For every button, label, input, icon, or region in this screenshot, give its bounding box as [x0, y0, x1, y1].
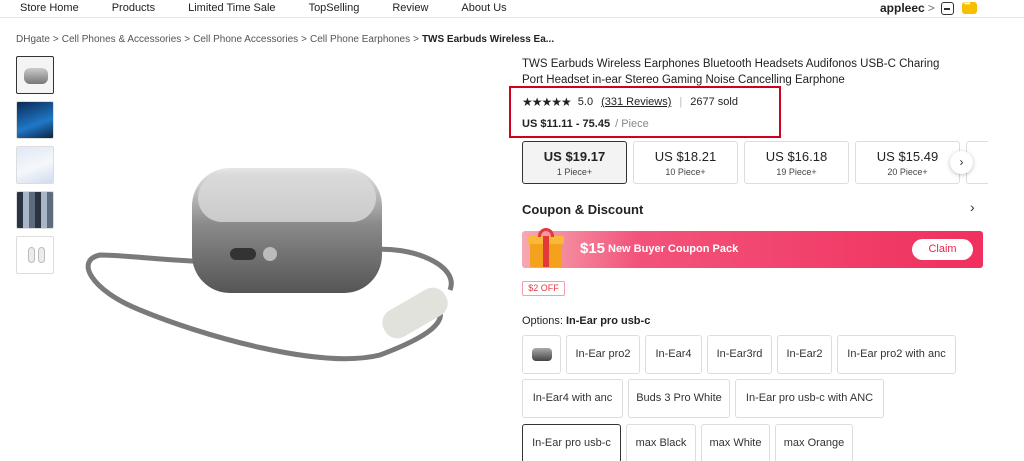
- option-button[interactable]: In-Ear2: [777, 335, 832, 374]
- option-button-selected[interactable]: In-Ear pro usb-c: [522, 424, 621, 461]
- divider: |: [679, 96, 683, 108]
- star-icons: ★★★★★: [522, 95, 572, 109]
- nav-link-products[interactable]: Products: [112, 2, 155, 14]
- top-nav: Store Home Products Limited Time Sale To…: [0, 0, 1024, 18]
- earbud-case-icon: [532, 348, 552, 361]
- option-button[interactable]: In-Ear pro2 with anc: [837, 335, 956, 374]
- breadcrumb-current: TWS Earbuds Wireless Ea...: [421, 34, 555, 45]
- breadcrumb-item[interactable]: Cell Phones & Accessories: [62, 34, 182, 45]
- price-range: US $11.11 - 75.45: [522, 118, 611, 130]
- username: appleec: [880, 1, 925, 15]
- earbud-thumbnail-image: [28, 247, 35, 263]
- tier-price: US $19.17: [543, 149, 606, 164]
- discount-badge: $2 OFF: [522, 281, 565, 296]
- thumbnail-4[interactable]: [16, 191, 54, 229]
- price-range-row: US $11.11 - 75.45 / Piece: [522, 118, 649, 130]
- nav-link-store-home[interactable]: Store Home: [20, 2, 79, 14]
- tier-price: US $16.18: [765, 149, 828, 164]
- breadcrumb-separator: >: [413, 34, 419, 45]
- option-button[interactable]: In-Ear pro usb-c with ANC: [735, 379, 884, 418]
- coupon-heading: Coupon & Discount: [522, 202, 644, 217]
- breadcrumb-separator: >: [184, 34, 191, 45]
- selected-option: In-Ear pro usb-c: [565, 315, 651, 327]
- option-button[interactable]: max Black: [626, 424, 696, 461]
- tier-quantity: 1 Piece+: [556, 167, 593, 177]
- store-nav-links: Store Home Products Limited Time Sale To…: [20, 2, 540, 14]
- chat-icon[interactable]: [962, 0, 977, 14]
- chevron-right-icon[interactable]: ›: [950, 151, 973, 174]
- nav-link-about-us[interactable]: About Us: [461, 2, 506, 14]
- price-unit: / Piece: [615, 118, 649, 130]
- options-label: Options: In-Ear pro usb-c: [522, 315, 650, 327]
- tier-quantity: 19 Piece+: [776, 167, 817, 177]
- price-tier[interactable]: US $18.21 10 Piece+: [633, 141, 738, 184]
- price-tier[interactable]: US $19.17 1 Piece+: [522, 141, 627, 184]
- price-tiers: US $19.17 1 Piece+ US $18.21 10 Piece+ US …: [522, 141, 988, 184]
- breadcrumb-separator: >: [301, 34, 308, 45]
- options-label-text: Options:: [522, 315, 563, 327]
- option-button[interactable]: In-Ear4: [645, 335, 702, 374]
- price-tier[interactable]: US $16.18 19 Piece+: [744, 141, 849, 184]
- earbud-thumbnail-image: [38, 247, 45, 263]
- thumbnail-gallery: [16, 56, 54, 281]
- breadcrumb-item[interactable]: DHgate: [16, 34, 50, 45]
- option-button[interactable]: Buds 3 Pro White: [628, 379, 730, 418]
- tier-quantity: 10 Piece+: [665, 167, 706, 177]
- store-icon[interactable]: [941, 2, 954, 15]
- option-image[interactable]: [522, 335, 561, 374]
- user-menu[interactable]: appleec >: [880, 1, 935, 15]
- option-button[interactable]: In-Ear4 with anc: [522, 379, 623, 418]
- price-tier[interactable]: US $15.49 20 Piece+: [855, 141, 960, 184]
- earbud-case-thumbnail-image: [24, 68, 48, 84]
- coupon-banner[interactable]: $15 New Buyer Coupon Pack Claim: [522, 228, 983, 268]
- nav-link-topselling[interactable]: TopSelling: [309, 2, 360, 14]
- option-button[interactable]: max Orange: [775, 424, 853, 461]
- nav-link-limited-time-sale[interactable]: Limited Time Sale: [188, 2, 275, 14]
- highlight-box: [509, 86, 781, 138]
- coupon-text: New Buyer Coupon Pack: [608, 243, 739, 255]
- breadcrumb: DHgate > Cell Phones & Accessories > Cell Ph…: [16, 34, 554, 45]
- breadcrumb-item[interactable]: Cell Phone Earphones: [310, 34, 410, 45]
- chevron-right-icon[interactable]: ›: [970, 199, 975, 215]
- rating-stars: ★★★★★: [522, 95, 572, 109]
- rating-score: 5.0: [577, 96, 594, 108]
- tier-price: US $18.21: [654, 149, 717, 164]
- coupon-amount: $15: [580, 240, 606, 257]
- option-button[interactable]: In-Ear pro2: [566, 335, 640, 374]
- reviews-link[interactable]: (331 Reviews): [601, 96, 671, 108]
- thumbnail-5[interactable]: [16, 236, 54, 274]
- chevron-right-icon: >: [927, 1, 935, 15]
- thumbnail-2[interactable]: [16, 101, 54, 139]
- tier-quantity: 20 Piece+: [887, 167, 928, 177]
- nav-link-review[interactable]: Review: [392, 2, 428, 14]
- claim-button[interactable]: Claim: [912, 239, 973, 260]
- rating-row: ★★★★★ 5.0 (331 Reviews) | 2677 sold: [522, 95, 738, 109]
- gift-icon: [528, 227, 564, 269]
- option-button[interactable]: max White: [701, 424, 770, 461]
- product-title: TWS Earbuds Wireless Earphones Bluetooth…: [522, 58, 940, 86]
- sold-count: 2677 sold: [690, 96, 738, 108]
- thumbnail-1[interactable]: [16, 56, 54, 94]
- main-product-image[interactable]: [80, 160, 500, 400]
- option-button[interactable]: In-Ear3rd: [707, 335, 772, 374]
- tier-price: US $15.49: [876, 149, 939, 164]
- breadcrumb-separator: >: [52, 34, 59, 45]
- breadcrumb-item[interactable]: Cell Phone Accessories: [193, 34, 298, 45]
- thumbnail-3[interactable]: [16, 146, 54, 184]
